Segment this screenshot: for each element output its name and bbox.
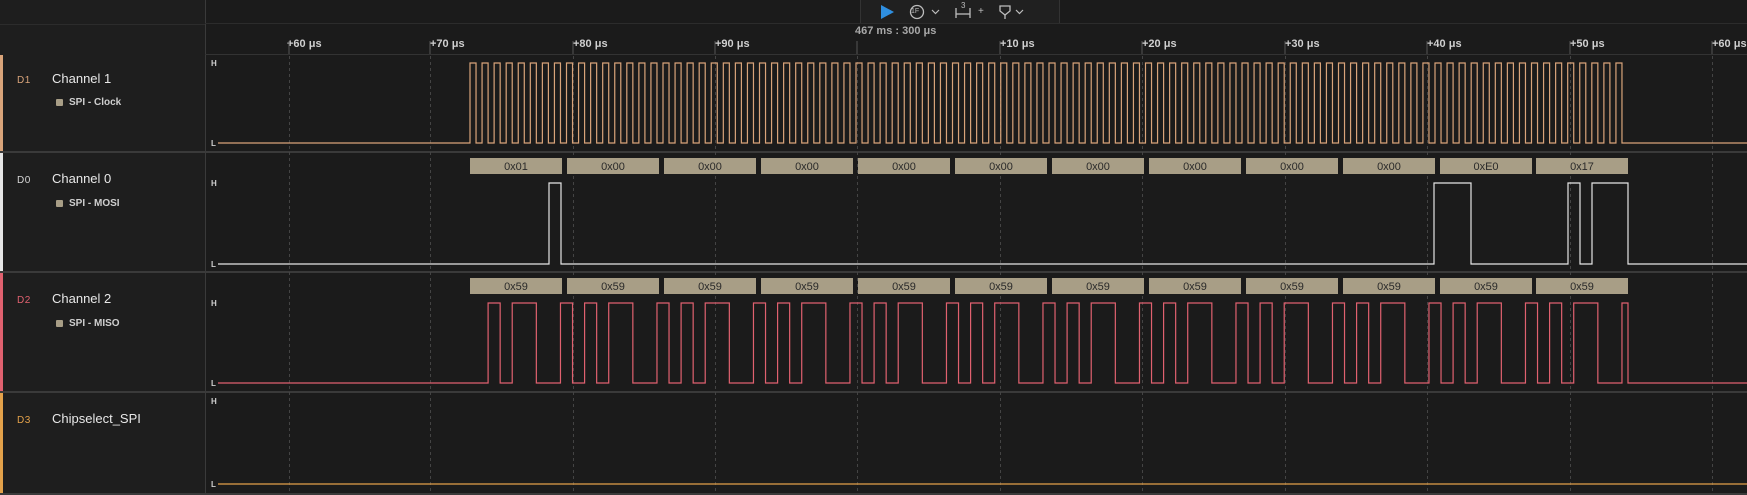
mosi-byte-label: 0x00 (1086, 161, 1110, 173)
level-high-label: H (211, 299, 217, 308)
miso-byte-label: 0x59 (1183, 281, 1207, 293)
mosi-byte-label: 0x00 (1377, 161, 1401, 173)
mosi-byte-label: 0x01 (504, 161, 528, 173)
level-low-label: L (211, 480, 216, 489)
mosi-byte-label: 0x00 (989, 161, 1013, 173)
clock-waveform (218, 62, 1747, 144)
mosi-waveform (218, 182, 1747, 265)
miso-byte-label: 0x59 (892, 281, 916, 293)
miso-byte-label: 0x59 (989, 281, 1013, 293)
miso-byte-label: 0x59 (504, 281, 528, 293)
level-low-label: L (211, 139, 216, 148)
mosi-byte-label: 0x00 (795, 161, 819, 173)
miso-byte-label: 0x59 (1086, 281, 1110, 293)
miso-byte-label: 0x59 (601, 281, 625, 293)
miso-byte-label: 0x59 (698, 281, 722, 293)
miso-byte-label: 0x59 (1474, 281, 1498, 293)
miso-byte-label: 0x59 (1280, 281, 1304, 293)
level-high-label: H (211, 59, 217, 68)
mosi-byte-label: 0xE0 (1473, 161, 1498, 173)
mosi-byte-label: 0x17 (1570, 161, 1594, 173)
level-high-label: H (211, 179, 217, 188)
mosi-byte-label: 0x00 (892, 161, 916, 173)
mosi-byte-label: 0x00 (698, 161, 722, 173)
mosi-byte-label: 0x00 (1280, 161, 1304, 173)
waveform-area[interactable]: HLHLHLHL0x01 0x00 0x00 0x00 0x00 0x00 0x00 0x00… (0, 0, 1747, 495)
level-low-label: L (211, 379, 216, 388)
miso-waveform (218, 302, 1747, 384)
miso-byte-label: 0x59 (795, 281, 819, 293)
miso-byte-label: 0x59 (1377, 281, 1401, 293)
miso-byte-label: 0x59 (1570, 281, 1594, 293)
mosi-byte-label: 0x00 (601, 161, 625, 173)
level-high-label: H (211, 397, 217, 406)
level-low-label: L (211, 260, 216, 269)
mosi-byte-label: 0x00 (1183, 161, 1207, 173)
